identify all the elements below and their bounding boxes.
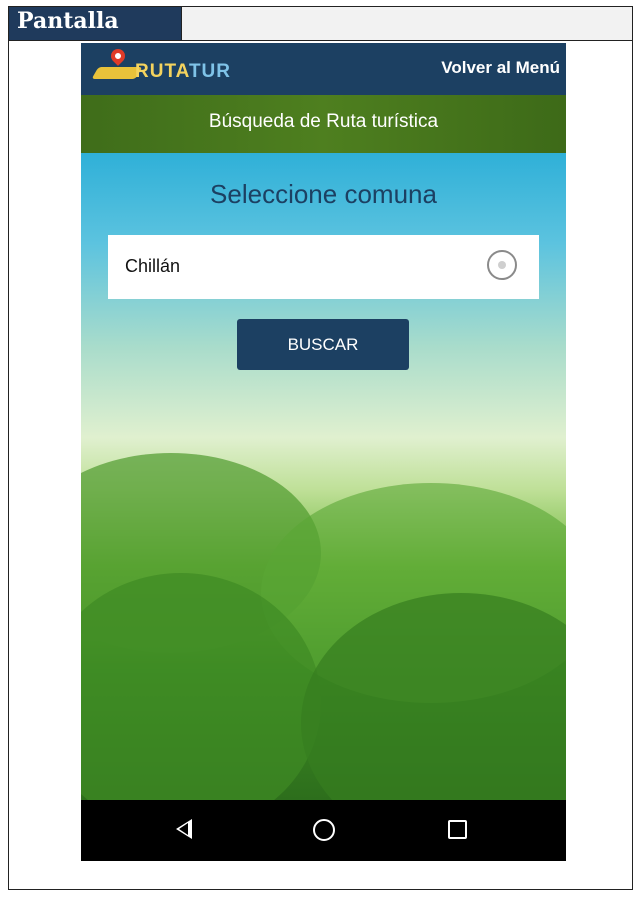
home-circle-icon[interactable] [313, 819, 335, 841]
page-title: Seleccione comuna [210, 179, 437, 209]
phone-screen: RUTATUR Volver al Menú Búsqueda de Ruta … [81, 43, 566, 861]
radio-button-icon[interactable] [487, 250, 517, 280]
logo-text: RUTATUR [135, 61, 231, 83]
header-label-cell: Pantalla [9, 7, 182, 40]
app-logo: RUTATUR [91, 46, 245, 89]
logo-text-ruta: RUTA [135, 61, 189, 82]
table-header: Pantalla [9, 7, 632, 41]
app-bar: RUTATUR Volver al Menú [81, 43, 566, 95]
header-empty-cell [182, 7, 632, 40]
logo-text-tur: TUR [188, 61, 232, 82]
recent-square-icon[interactable] [448, 820, 467, 839]
page-subtitle: Búsqueda de Ruta turística [208, 111, 439, 132]
header-label: Pantalla [17, 8, 119, 34]
search-button[interactable]: BUSCAR [237, 319, 409, 370]
android-nav-bar [81, 800, 566, 861]
back-to-menu-link[interactable]: Volver al Menú [441, 58, 560, 78]
back-triangle-icon[interactable] [176, 819, 192, 839]
content-area: Seleccione comuna Chillán BUSCAR [81, 153, 566, 853]
subtitle-bar: Búsqueda de Ruta turística [81, 95, 566, 153]
map-pin-icon [108, 46, 128, 66]
selected-comuna: Chillán [125, 256, 181, 276]
comuna-select[interactable]: Chillán [108, 235, 539, 299]
